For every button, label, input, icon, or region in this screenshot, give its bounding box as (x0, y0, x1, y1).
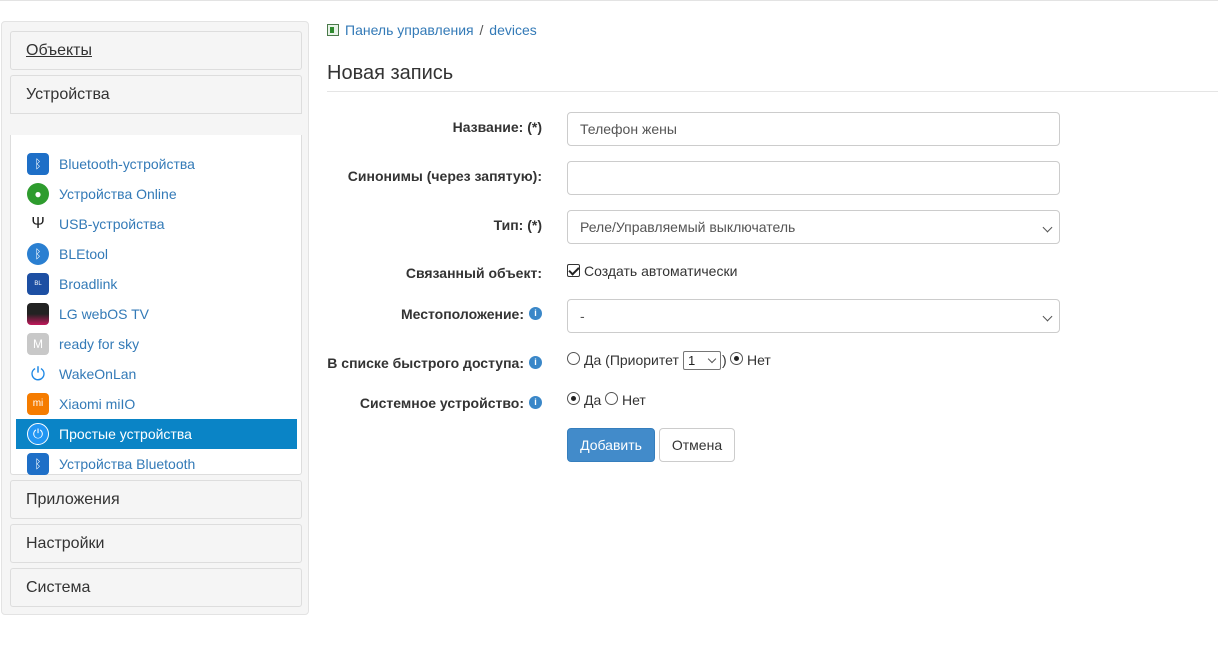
devices-list: ᛒ Bluetooth-устройства ● Устройства Onli… (10, 135, 302, 475)
sidebar-section-devices-label: Устройства (26, 86, 110, 103)
system-device-no-label: Нет (622, 392, 646, 408)
cancel-button[interactable]: Отмена (659, 428, 735, 462)
sidebar-item-label: Bluetooth-устройства (59, 156, 195, 172)
sidebar-item-label: LG webOS TV (59, 306, 150, 322)
ready-for-sky-icon: M (27, 333, 49, 355)
quick-access-yes-radio[interactable] (567, 352, 580, 365)
broadlink-icon: BL (27, 273, 49, 295)
power-icon: ⏻ (30, 364, 46, 384)
name-input[interactable]: Телефон жены (567, 112, 1060, 146)
type-select-value: Реле/Управляемый выключатель (580, 219, 796, 235)
title-divider (327, 91, 1218, 92)
sidebar-section-system-label: Система (26, 579, 91, 596)
page-title: Новая запись (327, 62, 454, 84)
breadcrumb: Панель управления / devices (327, 22, 537, 40)
system-device-label: Системное устройство: (359, 395, 524, 411)
synonyms-label: Синонимы (через запятую): (347, 168, 542, 184)
sidebar-item-label: Устройства Bluetooth (59, 456, 196, 472)
info-icon[interactable]: i (529, 396, 542, 409)
chevron-down-icon (1042, 222, 1053, 233)
sidebar-item-label: Xiaomi miIO (59, 396, 136, 412)
sidebar-item-bluetooth-devices[interactable]: ᛒ Bluetooth-устройства (16, 149, 297, 179)
sidebar-item-bluetooth-devices-2[interactable]: ᛒ Устройства Bluetooth (16, 449, 297, 479)
quick-access-yes-label: Да (Приоритет (584, 352, 679, 368)
location-select-value: - (580, 308, 585, 324)
synonyms-input[interactable] (567, 161, 1060, 195)
xiaomi-icon: mi (27, 393, 49, 415)
sidebar: Объекты Устройства ᛒ Bluetooth-устройств… (1, 21, 309, 615)
sidebar-section-settings-label: Настройки (26, 535, 105, 552)
system-device-yes-radio[interactable] (567, 392, 580, 405)
type-select[interactable]: Реле/Управляемый выключатель (567, 210, 1060, 244)
lg-webos-icon (27, 303, 49, 325)
sidebar-item-simple-devices[interactable]: ⏻ Простые устройства (16, 419, 297, 449)
sidebar-item-wakeonlan[interactable]: ⏻ WakeOnLan (16, 359, 297, 389)
create-automatically-checkbox[interactable] (567, 264, 580, 277)
quick-access-label: В списке быстрого доступа: (327, 355, 524, 371)
type-label: Тип: (*) (493, 217, 542, 233)
sidebar-section-devices[interactable]: Устройства (10, 75, 302, 114)
sidebar-item-label: Broadlink (59, 276, 118, 292)
sidebar-item-label: Простые устройства (59, 426, 192, 442)
breadcrumb-separator: / (479, 22, 484, 38)
power-icon: ⏻ (27, 423, 49, 445)
info-icon[interactable]: i (529, 356, 542, 369)
sidebar-item-label: USB-устройства (59, 216, 165, 232)
create-automatically-label: Создать автоматически (584, 263, 738, 279)
linked-object-label: Связанный объект: (405, 265, 542, 281)
priority-select-value: 1 (688, 353, 696, 368)
sidebar-section-objects[interactable]: Объекты (10, 31, 302, 70)
sidebar-item-broadlink[interactable]: BL Broadlink (16, 269, 297, 299)
top-border (0, 0, 1218, 1)
location-select[interactable]: - (567, 299, 1060, 333)
sidebar-section-apps-label: Приложения (26, 491, 120, 508)
sidebar-section-system[interactable]: Система (10, 568, 302, 607)
sidebar-item-label: WakeOnLan (59, 366, 137, 382)
breadcrumb-current-link[interactable]: devices (489, 22, 536, 38)
info-icon[interactable]: i (529, 307, 542, 320)
system-device-no-radio[interactable] (605, 392, 618, 405)
sidebar-item-devices-online[interactable]: ● Устройства Online (16, 179, 297, 209)
priority-select[interactable]: 1 (683, 351, 721, 370)
sidebar-section-apps[interactable]: Приложения (10, 480, 302, 519)
name-label: Название: (*) (452, 119, 542, 135)
bluetooth-icon: ᛒ (27, 153, 49, 175)
breadcrumb-root-link[interactable]: Панель управления (345, 22, 474, 38)
bletool-icon: ᛒ (27, 243, 49, 265)
quick-access-no-label: Нет (747, 352, 771, 368)
sidebar-item-label: Устройства Online (59, 186, 177, 202)
usb-icon: Ψ (31, 215, 45, 232)
sidebar-section-settings[interactable]: Настройки (10, 524, 302, 563)
sidebar-item-ready-for-sky[interactable]: M ready for sky (16, 329, 297, 359)
quick-access-paren: ) (722, 352, 727, 368)
sidebar-section-objects-label[interactable]: Объекты (26, 42, 92, 59)
sidebar-item-bletool[interactable]: ᛒ BLEtool (16, 239, 297, 269)
add-button[interactable]: Добавить (567, 428, 655, 462)
system-device-yes-label: Да (584, 392, 602, 408)
location-label: Местоположение: (400, 306, 524, 322)
sidebar-item-usb-devices[interactable]: Ψ USB-устройства (16, 209, 297, 239)
sidebar-item-xiaomi-miio[interactable]: mi Xiaomi miIO (16, 389, 297, 419)
quick-access-no-radio[interactable] (730, 352, 743, 365)
bluetooth-icon: ᛒ (27, 453, 49, 475)
online-icon: ● (27, 183, 49, 205)
sidebar-item-lg-webos-tv[interactable]: LG webOS TV (16, 299, 297, 329)
chevron-down-icon (707, 354, 717, 364)
control-panel-icon (327, 24, 339, 36)
chevron-down-icon (1042, 311, 1053, 322)
sidebar-item-label: BLEtool (59, 246, 109, 262)
sidebar-item-label: ready for sky (59, 336, 140, 352)
